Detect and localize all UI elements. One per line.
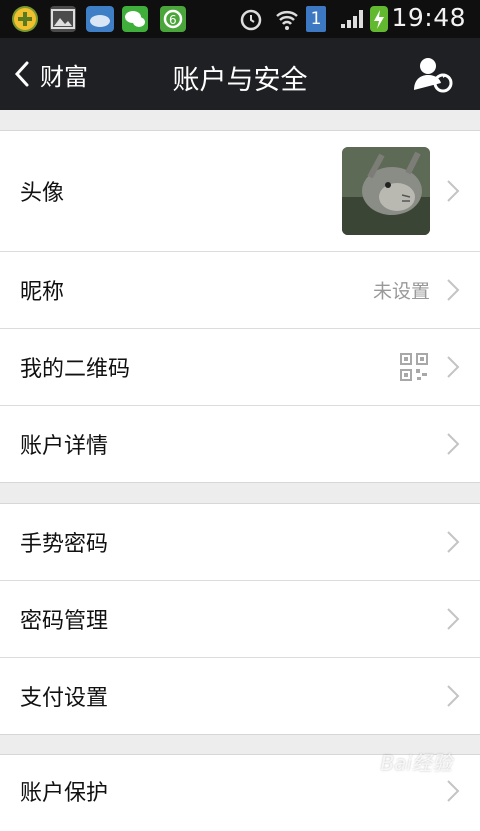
switch-account-button[interactable] [412,54,454,94]
security-group: 手势密码 密码管理 支付设置 [0,503,480,735]
gesture-password-label: 手势密码 [20,532,109,557]
sim-icon: 1 [306,6,326,32]
chevron-right-icon [447,279,460,301]
page-title: 账户与安全 [172,65,308,96]
wifi-icon [274,6,300,32]
signal-icon [338,6,364,32]
nickname-row[interactable]: 昵称 未设置 [0,252,480,329]
svg-text:6: 6 [169,13,177,27]
watermark: Bai经验 [380,751,452,775]
avatar-row[interactable]: 头像 [0,131,480,252]
title-bar: 财富 账户与安全 [0,38,480,110]
nickname-value: 未设置 [372,280,430,303]
avatar-label: 头像 [20,181,65,206]
password-management-row[interactable]: 密码管理 [0,581,480,658]
gallery-icon [50,6,76,32]
wechat-icon [122,6,148,32]
qr-code-icon [400,353,428,381]
qr-code-label: 我的二维码 [20,357,131,382]
chevron-right-icon [447,685,460,707]
profile-group: 头像 昵称 未设置 我的二维码 账户详情 [0,130,480,483]
account-details-row[interactable]: 账户详情 [0,406,480,482]
alarm-icon [238,6,264,32]
account-details-label: 账户详情 [20,434,109,459]
chevron-right-icon [447,608,460,630]
weather-icon [86,6,114,32]
chevron-right-icon [447,780,460,802]
payment-settings-label: 支付设置 [20,686,109,711]
clock: 19:48 [391,3,466,32]
qr-code-row[interactable]: 我的二维码 [0,329,480,406]
payment-settings-row[interactable]: 支付设置 [0,658,480,734]
password-management-label: 密码管理 [20,609,109,634]
chevron-right-icon [447,180,460,202]
sync-icon: 6 [160,6,186,32]
chevron-right-icon [447,433,460,455]
switch-account-icon [414,58,453,93]
app-icon [12,6,38,32]
account-protection-label: 账户保护 [20,781,109,806]
battery-charging-icon [370,6,388,32]
chevron-right-icon [447,356,460,378]
nickname-label: 昵称 [20,280,65,305]
status-bar: 6 1 19:48 [0,0,480,38]
chevron-right-icon [447,531,460,553]
avatar [342,147,430,235]
gesture-password-row[interactable]: 手势密码 [0,504,480,581]
